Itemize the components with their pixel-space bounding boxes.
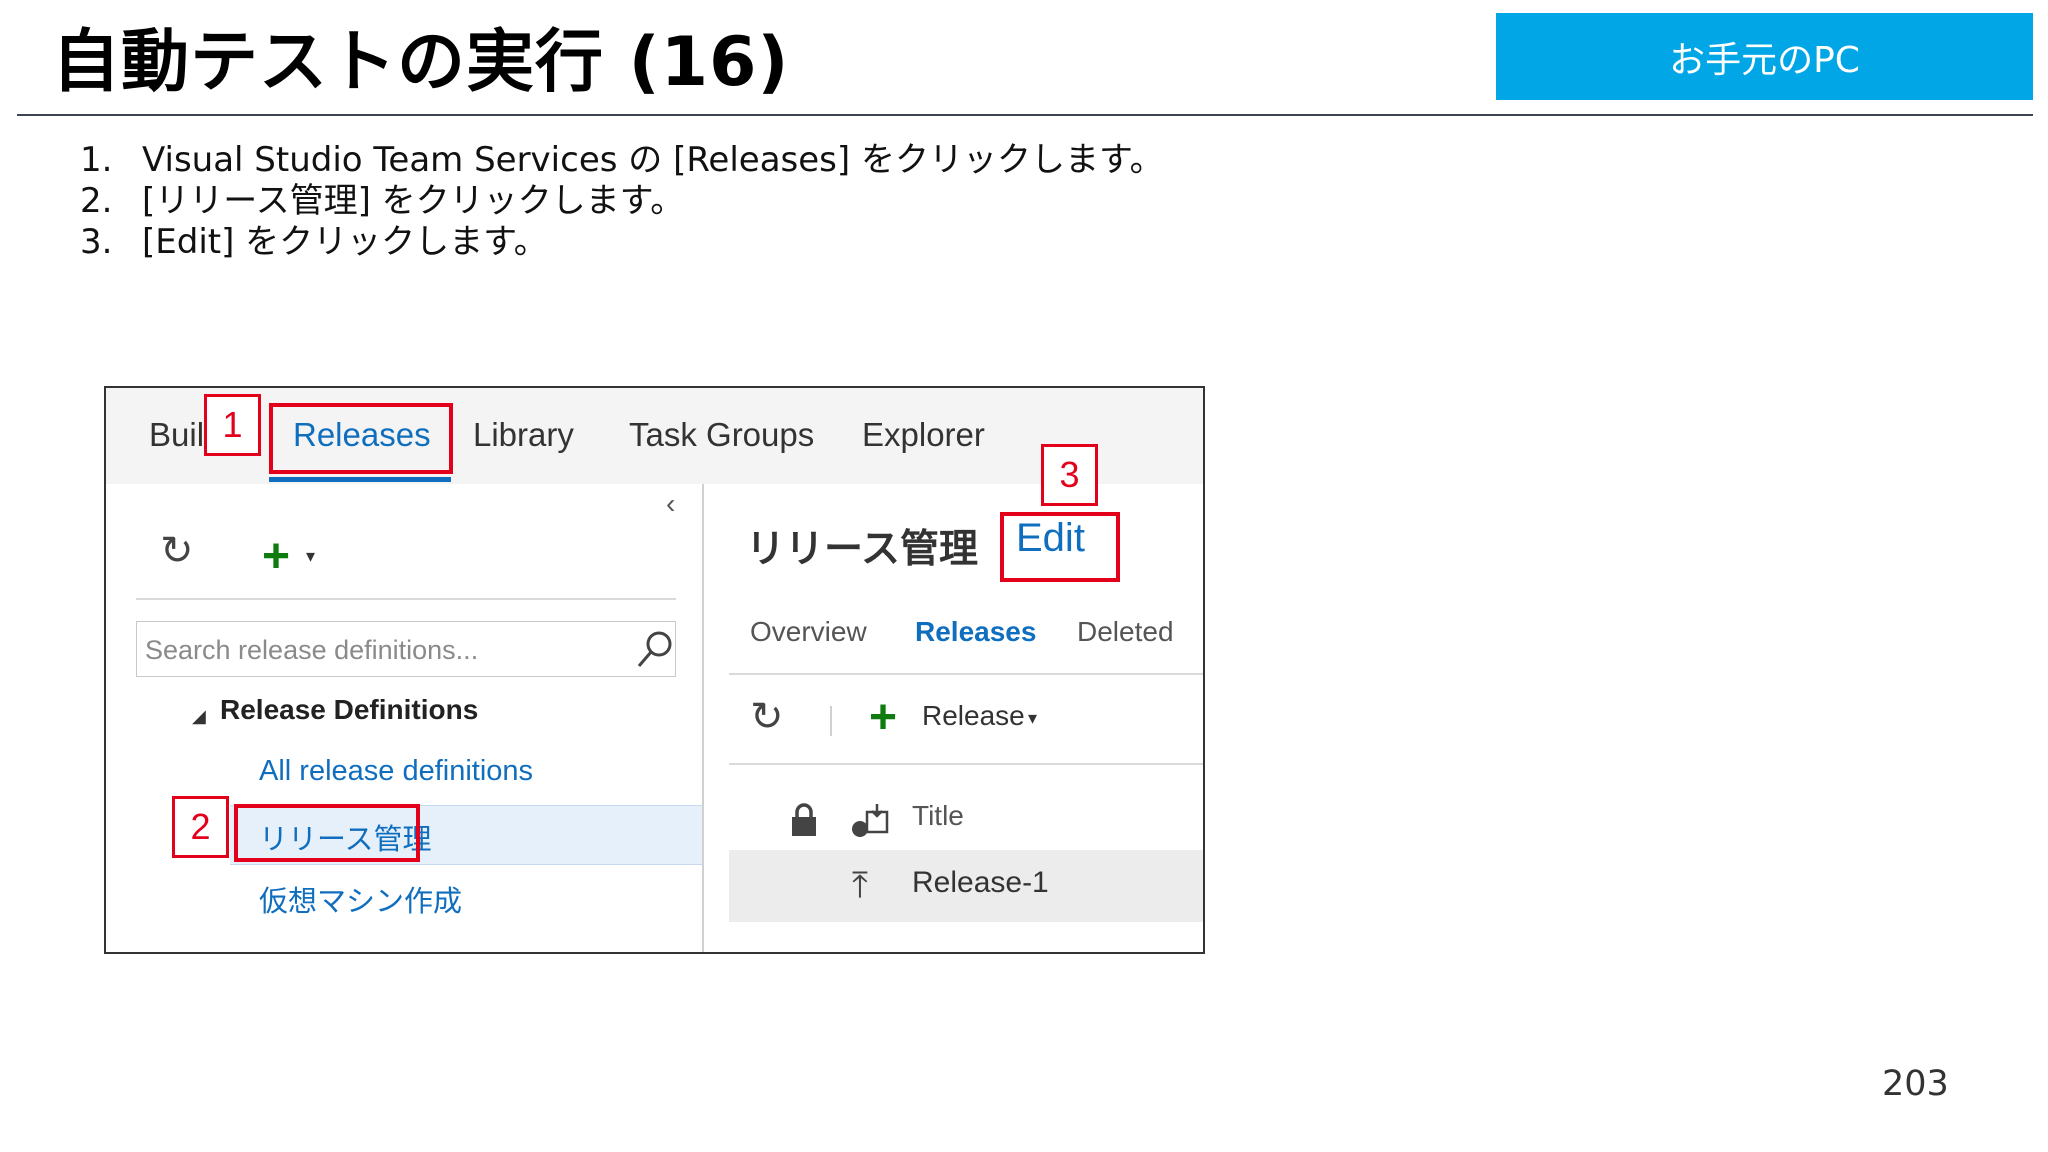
- callout-number: 2: [172, 796, 229, 858]
- pc-badge-label: お手元のPC: [1669, 39, 1860, 81]
- column-title[interactable]: Title: [912, 800, 964, 832]
- step-item: 2. [リリース管理] をクリックします。: [80, 181, 1164, 222]
- active-tab-indicator: [269, 477, 451, 482]
- tab-task-groups[interactable]: Task Groups: [629, 416, 814, 454]
- tab-build[interactable]: Buil: [149, 416, 204, 454]
- page-number: 203: [1882, 1064, 1949, 1104]
- callout-box-release-management: [234, 804, 420, 862]
- left-pane-divider: [136, 598, 676, 600]
- link-vm-creation[interactable]: 仮想マシン作成: [259, 878, 462, 920]
- step-text: Visual Studio Team Services の [Releases]…: [142, 140, 1164, 180]
- pc-badge: お手元のPC: [1496, 13, 2033, 100]
- search-input[interactable]: [143, 630, 617, 670]
- callout-label: 3: [1059, 454, 1080, 495]
- title-divider: [17, 114, 2033, 116]
- callout-number: 3: [1041, 444, 1098, 506]
- pane-divider: [702, 484, 704, 952]
- collapse-pane-icon[interactable]: ‹: [666, 488, 675, 520]
- add-definition-icon[interactable]: +: [262, 533, 290, 581]
- callout-label: 1: [222, 404, 243, 445]
- step-list: 1. Visual Studio Team Services の [Release…: [80, 140, 1164, 263]
- slide-title: 自動テストの実行 (16): [52, 23, 790, 102]
- step-number: 3.: [80, 222, 113, 262]
- step-item: 1. Visual Studio Team Services の [Release…: [80, 140, 1164, 181]
- pivot-releases[interactable]: Releases: [915, 616, 1036, 648]
- release-icon: ⤒: [852, 864, 868, 905]
- step-text: [Edit] をクリックします。: [142, 222, 548, 262]
- step-number: 2.: [80, 181, 113, 221]
- refresh-icon[interactable]: ↻: [160, 528, 194, 574]
- lock-icon: [792, 803, 816, 836]
- pivot-deleted[interactable]: Deleted: [1077, 616, 1174, 648]
- search-icon[interactable]: [635, 628, 675, 670]
- link-all-release-definitions[interactable]: All release definitions: [259, 755, 533, 788]
- step-text: [リリース管理] をクリックします。: [142, 181, 685, 221]
- step-item: 3. [Edit] をクリックします。: [80, 222, 1164, 263]
- new-release-button[interactable]: Release: [922, 700, 1025, 732]
- vsts-screenshot: Buil Releases Library Task Groups Explor…: [104, 386, 1205, 954]
- toolbar-divider: [729, 763, 1203, 765]
- pivot-overview[interactable]: Overview: [750, 616, 867, 648]
- chevron-down-icon[interactable]: ▾: [1028, 708, 1037, 729]
- refresh-icon[interactable]: ↻: [750, 694, 784, 740]
- tab-explorer[interactable]: Explorer: [862, 416, 985, 454]
- step-number: 1.: [80, 140, 113, 180]
- callout-box-releases: [269, 403, 453, 474]
- definition-title: リリース管理: [746, 528, 979, 571]
- search-box: [136, 621, 676, 677]
- tree-heading[interactable]: Release Definitions: [220, 694, 478, 726]
- tree-collapse-icon[interactable]: ◢: [192, 706, 206, 727]
- callout-box-edit: [1000, 512, 1120, 582]
- deploy-status-icon: [852, 804, 889, 837]
- chevron-down-icon[interactable]: ▾: [306, 546, 315, 567]
- release-name[interactable]: Release-1: [912, 866, 1049, 900]
- callout-label: 2: [190, 806, 211, 847]
- tab-library[interactable]: Library: [473, 416, 574, 454]
- add-release-icon[interactable]: +: [869, 694, 897, 742]
- toolbar-separator: [830, 706, 832, 736]
- callout-number: 1: [204, 394, 261, 456]
- pivot-divider: [729, 673, 1203, 675]
